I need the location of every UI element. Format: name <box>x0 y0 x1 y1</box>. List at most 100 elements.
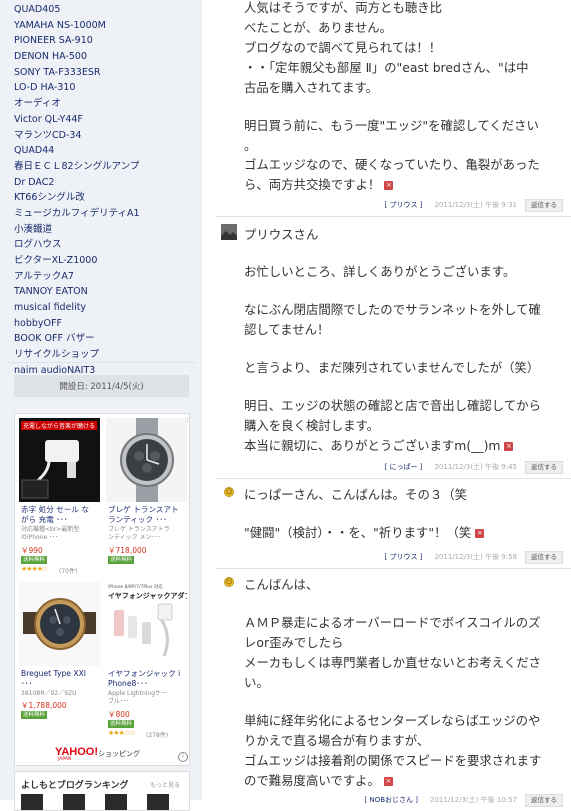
ad-title[interactable]: Breguet Type XXI ･･･ <box>21 669 86 689</box>
smile-icon: ☺ <box>224 577 234 587</box>
sidebar-link[interactable]: ログハウス <box>14 237 199 253</box>
comment-author[interactable]: [ にっぱー ] <box>385 462 423 472</box>
adapter-cable-icon <box>21 440 79 499</box>
comment-meta: [ にっぱー ] 2011/12/3(土) 午後 9:45 返信する <box>385 460 563 474</box>
comment-text: なにぶん閉店間際でしたのでサランネットを外して確 <box>244 302 541 317</box>
sidebar-link[interactable]: マランツCD-34 <box>14 128 199 144</box>
earphone-adapter-icon <box>114 603 173 657</box>
comment-date: 2011/12/3(土) 午後 9:58 <box>434 553 517 561</box>
comment-text: お忙しいところ、詳しくありがとうございます。 <box>244 264 516 279</box>
sidebar-link[interactable]: hobbyOFF <box>14 316 199 332</box>
sidebar-link[interactable]: TANNOY EATON <box>14 284 199 300</box>
ad-card[interactable]: ブレゲ トランスアト ランティック ･･･ ブレゲ トランスアトラ ンティック メン… <box>106 418 187 578</box>
comment-text: 認してません！ <box>244 322 330 337</box>
ad-price: ￥1,788,000 <box>21 701 67 710</box>
comment-text: ＡＭＰ暴走によるオーバーロードでボイスコイルのズ <box>244 615 541 630</box>
comment-text: りかえで直る場合が有りますが、 <box>244 733 430 748</box>
category-list: QUAD405 YAMAHA NS-1000M PIONEER SA-910 DENO… <box>14 2 199 394</box>
reply-button[interactable]: 返信する <box>525 460 563 474</box>
reply-button[interactable]: 返信する <box>525 550 563 564</box>
sidebar-link[interactable]: QUAD405 <box>14 2 199 18</box>
free-shipping-badge: 送料無料 <box>108 720 135 728</box>
ranking-thumbnail[interactable] <box>21 794 43 810</box>
free-shipping-badge: 送料無料 <box>108 556 135 564</box>
sidebar-link[interactable]: QUAD44 <box>14 143 199 159</box>
review-count: (278件) <box>146 732 169 739</box>
comment-text: ゴムエッジなので、硬くなっていたり、亀裂があった <box>244 157 540 172</box>
sidebar-link[interactable]: 春日ＥＣＬ82シングルアンプ <box>14 159 199 175</box>
reply-button[interactable]: 返信する <box>525 198 563 212</box>
ad-card[interactable]: iPhone 8/8P/7/7Plus 対応 イヤフォンジャックアダプタ イヤフ… <box>106 582 187 742</box>
comment-author[interactable]: [ プリウス ] <box>385 552 423 562</box>
comment-text: ・・「定年親父も部屋 Ⅱ」の"east bredさん、"は中 <box>244 60 529 75</box>
yahoo-shopping-label[interactable]: ショッピング <box>98 749 140 759</box>
ad-subtitle: ブレゲ トランスアトラ ンティック メン･･･ <box>108 526 170 541</box>
ranking-more-link[interactable]: もっと見る <box>150 780 180 789</box>
ad-price: ￥800 <box>108 710 130 719</box>
comment-text: にっぱーさん、こんばんは。その３（笑 <box>244 487 468 502</box>
ranking-thumbnail[interactable] <box>63 794 85 810</box>
comment-text: 。 <box>244 138 257 153</box>
comment-date: 2011/12/3(土) 午後 9:31 <box>434 201 517 209</box>
ad-subtitle: Apple Lightningケー ブル･･･ <box>108 690 168 705</box>
comment-text: レor歪みでしたら <box>244 635 344 650</box>
sidebar-link[interactable]: PIONEER SA-910 <box>14 33 199 49</box>
avatar[interactable] <box>221 224 237 240</box>
delete-icon[interactable]: × <box>504 442 514 451</box>
sidebar-link[interactable]: SONY TA-F333ESR <box>14 65 199 81</box>
comment-author[interactable]: [ プリウス ] <box>385 200 423 210</box>
sidebar-link[interactable]: ミュージカルフィデリティA1 <box>14 206 199 222</box>
sidebar-link[interactable]: DENON HA-500 <box>14 49 199 65</box>
comment-divider <box>216 216 571 217</box>
ranking-thumbnail[interactable] <box>147 794 169 810</box>
yahoo-japan-label: JAPAN <box>58 757 72 762</box>
ad-image[interactable]: 充電しながら音楽が聴ける <box>19 418 100 502</box>
delete-icon[interactable]: × <box>384 181 394 190</box>
sidebar: QUAD405 YAMAHA NS-1000M PIONEER SA-910 DENO… <box>0 0 202 811</box>
ad-image[interactable] <box>19 582 100 666</box>
ad-title[interactable]: 赤字 処分 セール ながら 充電 ･･･ <box>21 505 89 525</box>
ranking-title: よしもとブログランキング <box>21 781 129 791</box>
sidebar-link[interactable]: アルテックA7 <box>14 269 199 285</box>
comment-text: 明日、エッジの状態の確認と店で音出し確認してから <box>244 398 542 413</box>
free-shipping-badge: 送料無料 <box>21 556 48 564</box>
watch-icon <box>23 598 96 650</box>
comment-text: 明日買う前に、もう一度"エッジ"を確認してください <box>244 118 539 133</box>
delete-icon[interactable]: × <box>475 529 485 538</box>
yahoo-shopping-ad: × 充電しながら音楽が聴ける 赤字 処分 セール ながら 充電 ･･･ 対応機種… <box>14 413 190 766</box>
comment-meta: [ プリウス ] 2011/12/3(土) 午後 9:58 返信する <box>385 550 563 564</box>
sidebar-link[interactable]: LO-D HA-310 <box>14 80 199 96</box>
delete-icon[interactable]: × <box>383 777 393 786</box>
ad-subtitle: 3810BR／92／9ZU <box>21 690 77 697</box>
blog-ranking: よしもとブログランキング もっと見る <box>14 771 190 811</box>
comment-text: メーカもしくは専門業者しか直せないとお考えくださ <box>244 655 542 670</box>
reply-button[interactable]: 返信する <box>525 793 563 807</box>
ad-title[interactable]: イヤフォンジャック i Phone8･･･ <box>108 669 180 689</box>
sidebar-link[interactable]: ビクターXL-Z1000 <box>14 253 199 269</box>
sidebar-link[interactable]: KT66シングル改 <box>14 190 199 206</box>
sidebar-link[interactable]: musical fidelity <box>14 300 199 316</box>
ad-card[interactable]: Breguet Type XXI ･･･ 3810BR／92／9ZU ￥1,788… <box>19 582 100 742</box>
sidebar-link[interactable]: BOOK OFF バザー <box>14 331 199 347</box>
ad-title[interactable]: ブレゲ トランスアト ランティック ･･･ <box>108 505 179 525</box>
comment-text: "健闘"（検討）・・を、"祈ります"！（笑 × <box>244 525 485 540</box>
ranking-thumbnail[interactable] <box>105 794 127 810</box>
comment-author[interactable]: [ NOBおじさん ] <box>365 795 418 805</box>
comments-panel: 人気はそうですが、両方とも聴き比 べたことが、ありません。 ブログなので調べて見… <box>216 0 571 807</box>
sidebar-link[interactable]: オーディオ <box>14 96 199 112</box>
sidebar-link[interactable]: 小湊鐵道 <box>14 222 199 238</box>
review-count: (70件) <box>59 568 78 575</box>
ad-info-icon[interactable]: i <box>178 752 188 762</box>
sidebar-link[interactable]: YAMAHA NS-1000M <box>14 18 199 34</box>
ad-card[interactable]: 充電しながら音楽が聴ける 赤字 処分 セール ながら 充電 ･･･ 対応機種<b… <box>19 418 100 578</box>
comment-text: 単純に経年劣化によるセンターズレならばエッジのや <box>244 713 541 728</box>
sidebar-link[interactable]: Dr DAC2 <box>14 175 199 191</box>
ad-subtitle: 対応機種<br>最新型 のiPhone ･･･ <box>21 526 80 541</box>
ad-image[interactable]: iPhone 8/8P/7/7Plus 対応 イヤフォンジャックアダプタ <box>106 582 187 666</box>
comment-text: い。 <box>244 675 269 690</box>
sidebar-link[interactable]: リサイクルショップ <box>14 347 199 363</box>
free-shipping-badge: 送料無料 <box>21 711 48 719</box>
sidebar-link[interactable]: Victor QL-Y44F <box>14 112 199 128</box>
comment-divider <box>216 568 571 569</box>
ad-image[interactable] <box>106 418 187 502</box>
